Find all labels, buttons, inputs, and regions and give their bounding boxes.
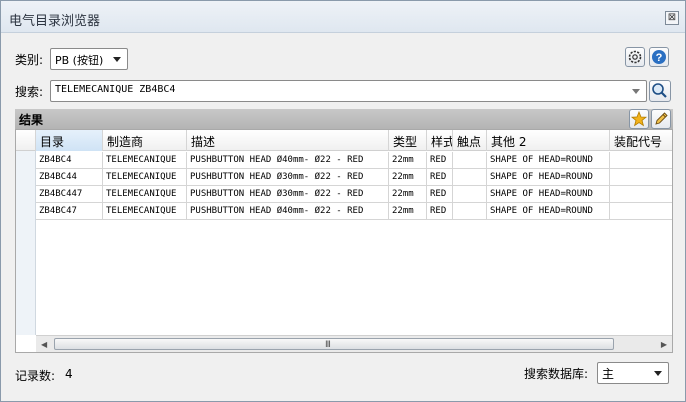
results-grid[interactable]: 目录 制造商 描述 类型 样式 触点 其他 2 装配代号 ZB4BC4 TELE… xyxy=(15,129,673,353)
help-icon: ? xyxy=(652,50,666,64)
column-header-description[interactable]: 描述 xyxy=(187,130,389,151)
column-header-catalog[interactable]: 目录 xyxy=(36,130,103,151)
results-label: 结果 xyxy=(19,113,44,127)
table-row[interactable]: ZB4BC4 TELEMECANIQUE PUSHBUTTON HEAD Ø40… xyxy=(16,152,672,169)
favorite-button[interactable] xyxy=(629,109,649,129)
table-row[interactable]: ZB4BC44 TELEMECANIQUE PUSHBUTTON HEAD Ø3… xyxy=(16,169,672,186)
chevron-down-icon xyxy=(654,371,662,376)
edit-button[interactable] xyxy=(651,109,671,129)
svg-text:?: ? xyxy=(656,52,663,64)
record-count-label: 记录数: xyxy=(15,369,56,383)
column-header-assembly-code[interactable]: 装配代号 xyxy=(610,130,672,151)
gear-icon xyxy=(628,50,642,64)
close-button[interactable]: ⊠ xyxy=(665,11,679,25)
settings-button[interactable] xyxy=(625,47,645,67)
catalog-browser-window: 电气目录浏览器 ⊠ 类别: PB (按钮) ? 搜索: TELEMECANIQU… xyxy=(0,0,686,402)
magnifier-icon xyxy=(652,83,667,98)
title-bar: 电气目录浏览器 ⊠ xyxy=(1,1,685,33)
search-input[interactable]: TELEMECANIQUE ZB4BC4 xyxy=(50,80,647,102)
column-header-style[interactable]: 样式 xyxy=(427,130,453,151)
record-count-value: 4 xyxy=(65,367,73,381)
pencil-icon xyxy=(655,112,668,125)
column-header-manufacturer[interactable]: 制造商 xyxy=(103,130,187,151)
category-label: 类别: xyxy=(15,53,44,67)
search-database-select[interactable]: 主 xyxy=(597,362,669,384)
search-button[interactable] xyxy=(649,80,671,102)
column-header-other2[interactable]: 其他 2 xyxy=(487,130,610,151)
column-header-type[interactable]: 类型 xyxy=(389,130,427,151)
search-database-label: 搜索数据库: xyxy=(524,367,589,381)
window-title: 电气目录浏览器 xyxy=(9,14,101,29)
table-row[interactable]: ZB4BC447 TELEMECANIQUE PUSHBUTTON HEAD Ø… xyxy=(16,186,672,203)
horizontal-scrollbar[interactable]: ◀ III ▶ xyxy=(36,335,672,352)
scroll-left-arrow-icon[interactable]: ◀ xyxy=(41,340,47,349)
star-icon xyxy=(630,110,648,127)
chevron-down-icon xyxy=(632,89,640,94)
category-value: PB (按钮) xyxy=(55,54,104,67)
search-label: 搜索: xyxy=(15,85,44,99)
chevron-down-icon xyxy=(113,57,121,62)
scrollbar-grip: III xyxy=(325,340,331,350)
grid-header: 目录 制造商 描述 类型 样式 触点 其他 2 装配代号 xyxy=(16,130,672,151)
search-value: TELEMECANIQUE ZB4BC4 xyxy=(55,84,176,95)
search-database-value: 主 xyxy=(602,367,615,381)
table-row[interactable]: ZB4BC47 TELEMECANIQUE PUSHBUTTON HEAD Ø4… xyxy=(16,203,672,220)
scrollbar-thumb[interactable]: III xyxy=(54,338,614,350)
row-header-corner xyxy=(16,130,36,151)
scroll-right-arrow-icon[interactable]: ▶ xyxy=(661,340,667,349)
column-header-contacts[interactable]: 触点 xyxy=(453,130,487,151)
help-button[interactable]: ? xyxy=(649,47,669,67)
results-header: 结果 xyxy=(15,109,673,129)
category-select[interactable]: PB (按钮) xyxy=(50,48,128,70)
